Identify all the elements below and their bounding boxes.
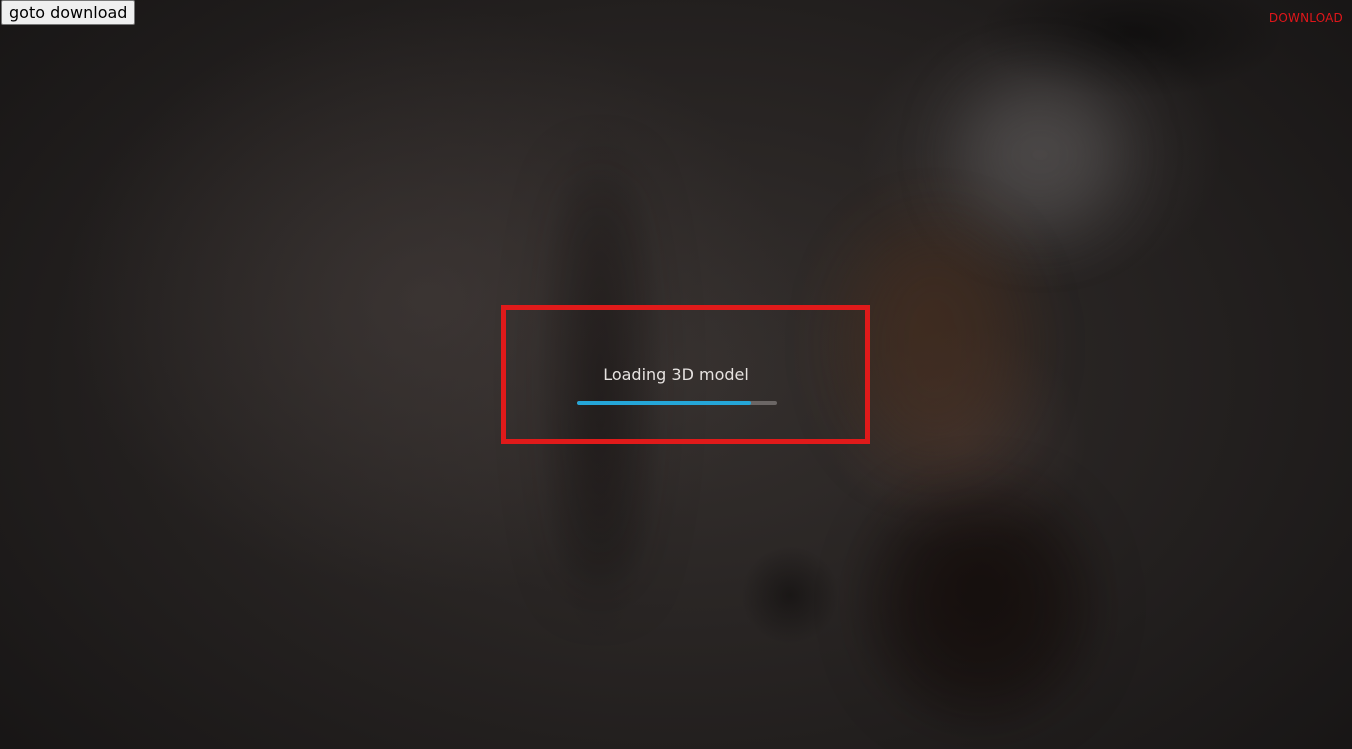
loading-status-label: Loading 3D model — [603, 365, 749, 384]
model-viewer-viewport[interactable]: goto download DOWNLOAD Loading 3D model — [0, 0, 1352, 749]
blurred-background-shape — [850, 230, 1020, 460]
download-link[interactable]: DOWNLOAD — [1269, 11, 1343, 25]
blurred-background-shape — [960, 80, 1120, 230]
loading-progress-fill — [577, 401, 751, 405]
goto-download-button[interactable]: goto download — [1, 0, 136, 25]
blurred-background-shape — [880, 500, 1080, 710]
loading-progress-bar — [577, 401, 777, 405]
